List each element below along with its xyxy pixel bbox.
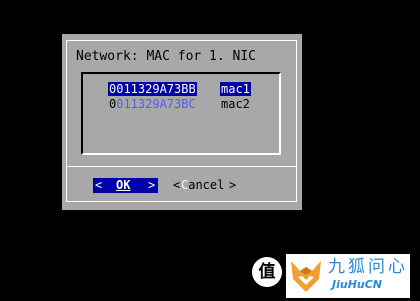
interface-name: mac1 bbox=[220, 82, 251, 96]
brand-name-en: JiuHuCN bbox=[332, 278, 383, 291]
ok-button-label: OK bbox=[116, 178, 131, 192]
interface-name: mac2 bbox=[221, 97, 250, 111]
right-bracket: > bbox=[148, 178, 156, 192]
cancel-label-rest: ancel bbox=[188, 178, 225, 192]
brand-name-cn: 九狐问心 bbox=[328, 257, 408, 277]
left-bracket: < bbox=[173, 178, 181, 192]
mac-address-rest: 011329A73BC bbox=[116, 97, 196, 111]
watermark-brand: 九狐问心 JiuHuCN bbox=[286, 254, 410, 298]
mac-selection-dialog: Network: MAC for 1. NIC 0011329A73BB mac… bbox=[62, 34, 302, 210]
ok-button[interactable]: < OK > bbox=[93, 178, 158, 193]
cancel-button[interactable]: < Cancel > bbox=[173, 178, 241, 193]
right-bracket: > bbox=[229, 178, 237, 192]
left-bracket: < bbox=[95, 178, 103, 192]
mac-address: 0011329A73BC bbox=[108, 97, 197, 111]
watermark-badge: 值 bbox=[252, 257, 282, 287]
fox-logo-icon bbox=[291, 261, 321, 292]
cancel-button-label: Cancel bbox=[181, 178, 224, 193]
mac-address: 0011329A73BB bbox=[108, 82, 197, 96]
dialog-title: Network: MAC for 1. NIC bbox=[76, 49, 257, 64]
button-separator bbox=[66, 166, 297, 167]
